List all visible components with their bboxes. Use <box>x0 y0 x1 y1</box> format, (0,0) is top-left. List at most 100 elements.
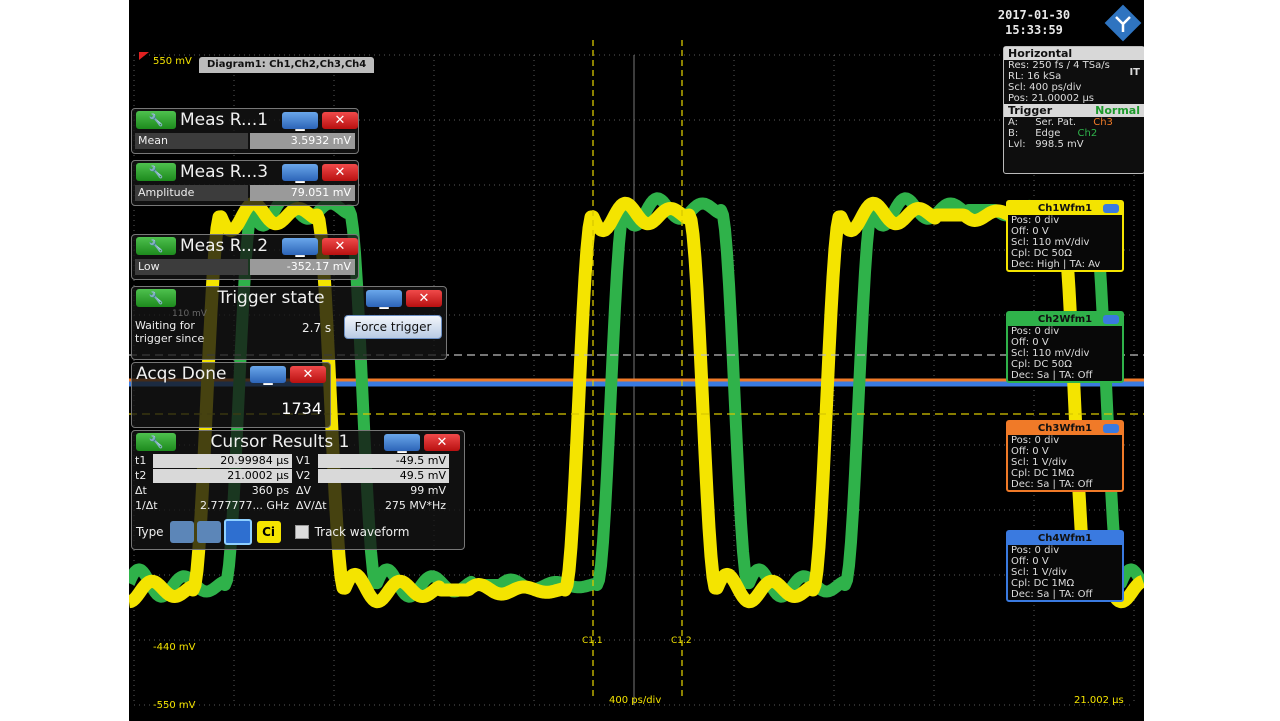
close-button[interactable]: ✕ <box>406 289 442 307</box>
cursor-key: t1 <box>135 454 147 467</box>
channel-title: Ch3Wfm1 <box>1008 422 1122 435</box>
acquisitions-dialog: Acqs Done ▁ ✕ 1734 <box>131 362 331 428</box>
channel-panel-2[interactable]: Ch2Wfm1 Pos: 0 div Off: 0 V Scl: 110 mV/div… <box>1006 311 1124 383</box>
wrench-icon[interactable]: 🔧 <box>136 289 176 307</box>
wrench-icon[interactable]: 🔧 <box>136 111 176 129</box>
cursor-marker-label: C1.2 <box>671 636 692 646</box>
minimize-button[interactable]: ▁ <box>250 365 286 384</box>
trigger-state-dialog: 🔧 Trigger state ▁ ✕ 110 mV Waiting for t… <box>131 286 447 360</box>
horizontal-line: Pos: 21.00002 µs <box>1008 93 1095 104</box>
wrench-icon[interactable]: 🔧 <box>136 163 176 181</box>
dialog-title: Meas R...2 <box>180 236 269 256</box>
close-button[interactable]: ✕ <box>424 433 460 451</box>
cursor-type-vertical-icon[interactable] <box>196 521 221 543</box>
close-button[interactable]: ✕ <box>322 163 358 181</box>
channel-setting: Off: 0 V <box>1011 226 1049 237</box>
minimize-button[interactable]: ▁ <box>366 289 402 308</box>
cursor-slope-value: 275 MV*Hz <box>384 499 446 512</box>
cursor-t2-value: 21.0002 µs <box>153 469 292 483</box>
trigger-key: A: <box>1008 117 1019 128</box>
measurement-value: 3.5932 mV <box>250 133 355 149</box>
dialog-title: Cursor Results 1 <box>210 432 350 452</box>
channel-setting: Scl: 1 V/div <box>1011 457 1067 468</box>
channel-menu-icon[interactable] <box>1103 315 1119 324</box>
cursor-v1-value: -49.5 mV <box>318 454 449 468</box>
minimize-button[interactable]: ▁ <box>282 111 318 130</box>
horizontal-line: Scl: 400 ps/div <box>1008 82 1082 93</box>
channel-setting: Pos: 0 div <box>1011 435 1060 446</box>
channel-setting: Scl: 110 mV/div <box>1011 348 1090 359</box>
cursor-dt-value: 360 ps <box>251 484 289 497</box>
diagram-tab[interactable]: Diagram1: Ch1,Ch2,Ch3,Ch4 <box>199 57 375 73</box>
horizontal-trigger-panel[interactable]: Horizontal Res: 250 fs / 4 TSa/s RL: 16 … <box>1003 46 1144 174</box>
channel-title-text: Ch2Wfm1 <box>1037 314 1093 325</box>
minimize-button[interactable]: ▁ <box>282 163 318 182</box>
trigger-mode: Normal <box>1095 104 1140 117</box>
close-button[interactable]: ✕ <box>290 365 326 383</box>
cursor-source-button[interactable]: Ci <box>256 521 281 543</box>
cursor-dv-value: 99 mV <box>410 484 446 497</box>
cursor-t1-value: 20.99984 µs <box>153 454 292 468</box>
channel-title: Ch2Wfm1 <box>1008 313 1122 326</box>
channel-panel-4[interactable]: Ch4Wfm1 Pos: 0 div Off: 0 V Scl: 1 V/div Cpl… <box>1006 530 1124 602</box>
force-trigger-button[interactable]: Force trigger <box>344 315 442 339</box>
wrench-icon[interactable]: 🔧 <box>136 433 176 451</box>
channel-menu-icon[interactable] <box>1103 534 1119 543</box>
channel-panel-1[interactable]: Ch1Wfm1 Pos: 0 div Off: 0 V Scl: 110 mV/div… <box>1006 200 1124 272</box>
y-axis-top-label: 550 mV <box>153 56 192 67</box>
x-position-label: 21.002 µs <box>1074 695 1124 706</box>
channel-setting: Dec: Sa | TA: Off <box>1011 589 1093 600</box>
channel-menu-icon[interactable] <box>1103 204 1119 213</box>
acquisition-count: 1734 <box>281 399 322 418</box>
trigger-key: B: <box>1008 128 1019 139</box>
track-waveform-checkbox[interactable] <box>294 525 309 539</box>
channel-setting: Cpl: DC 50Ω <box>1011 359 1072 370</box>
background-level-label: 110 mV <box>172 309 207 319</box>
channel-setting: Dec: Sa | TA: Off <box>1011 479 1093 490</box>
cursor-marker-label: C1.1 <box>582 636 603 646</box>
cursor-key: t2 <box>135 469 147 482</box>
cursor-v2-value: 49.5 mV <box>318 469 449 483</box>
measurement-value: 79.051 mV <box>250 185 355 201</box>
cursor-type-both-icon[interactable] <box>223 519 252 545</box>
minimize-button[interactable]: ▁ <box>384 433 420 452</box>
measurement-dialog-2: 🔧 Meas R...2 ▁ ✕ Low -352.17 mV <box>131 234 359 280</box>
wrench-icon[interactable]: 🔧 <box>136 237 176 255</box>
channel-title: Ch1Wfm1 <box>1008 202 1122 215</box>
close-button[interactable]: ✕ <box>322 237 358 255</box>
trigger-type: Edge <box>1035 128 1061 139</box>
x-scale-label: 400 ps/div <box>609 695 662 706</box>
channel-setting: Pos: 0 div <box>1011 545 1060 556</box>
channel-setting: Pos: 0 div <box>1011 215 1060 226</box>
channel-title: Ch4Wfm1 <box>1008 532 1122 545</box>
channel-setting: Scl: 1 V/div <box>1011 567 1067 578</box>
channel-menu-icon[interactable] <box>1103 424 1119 433</box>
measurement-dialog-3: 🔧 Meas R...3 ▁ ✕ Amplitude 79.051 mV <box>131 160 359 206</box>
channel-setting: Off: 0 V <box>1011 446 1049 457</box>
minimize-button[interactable]: ▁ <box>282 237 318 256</box>
close-button[interactable]: ✕ <box>322 111 358 129</box>
dialog-title: Meas R...1 <box>180 110 269 130</box>
measurement-key: Mean <box>135 133 248 149</box>
dialog-title: Acqs Done <box>136 364 227 384</box>
cursor-key: V1 <box>296 454 311 467</box>
trigger-type: Ser. Pat. <box>1035 117 1077 128</box>
time: 15:33:59 <box>1005 23 1063 37</box>
channel-panel-3[interactable]: Ch3Wfm1 Pos: 0 div Off: 0 V Scl: 1 V/div Cpl… <box>1006 420 1124 492</box>
cursor-key: Δt <box>135 484 147 497</box>
trigger-source: Ch3 <box>1093 117 1113 128</box>
cursor-key: V2 <box>296 469 311 482</box>
cursor-freq-value: 2.777777... GHz <box>199 499 289 512</box>
trigger-level-marker[interactable] <box>139 52 149 60</box>
track-waveform-label: Track waveform <box>314 525 410 539</box>
y-axis-label: -440 mV <box>153 642 196 653</box>
interleave-label: IT <box>1129 67 1140 78</box>
horizontal-line: Res: 250 fs / 4 TSa/s <box>1008 60 1110 71</box>
cursor-type-horizontal-icon[interactable] <box>169 521 194 543</box>
channel-setting: Cpl: DC 1MΩ <box>1011 468 1075 479</box>
cursor-key: 1/Δt <box>135 499 158 512</box>
measurement-key: Amplitude <box>135 185 248 201</box>
channel-setting: Cpl: DC 50Ω <box>1011 248 1072 259</box>
channel-title-text: Ch3Wfm1 <box>1037 423 1093 434</box>
channel-title-text: Ch1Wfm1 <box>1037 203 1093 214</box>
